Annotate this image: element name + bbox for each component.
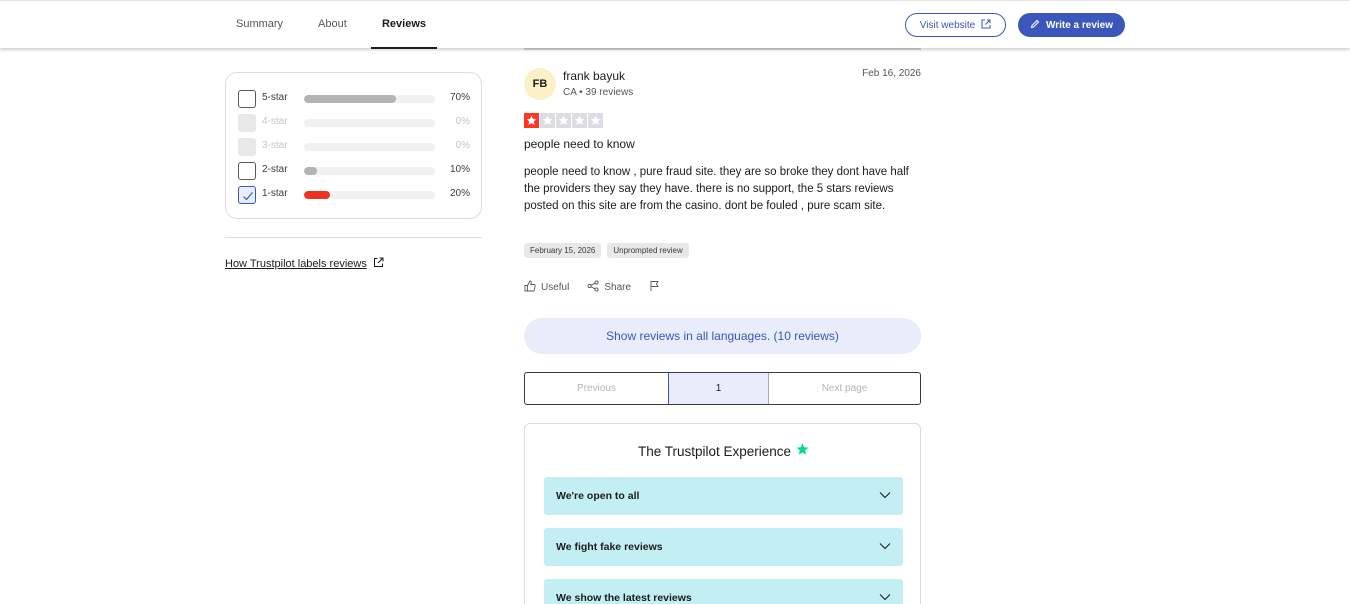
filter-label: 1-star [262,188,288,199]
rating-bar-fill [304,95,396,103]
filter-row-2-star[interactable]: 2-star 10% [238,162,470,180]
accordion-latest-reviews[interactable]: We show the latest reviews [544,579,903,604]
filter-percent: 70% [449,92,470,103]
filter-percent: 20% [449,188,470,199]
pagination: Previous 1 Next page [524,372,921,405]
rating-bar-fill [304,167,318,175]
next-page-button: Next page [821,383,868,394]
previous-page-button: Previous [577,383,616,394]
review-body: people need to know , pure fraud site. t… [524,166,909,212]
trustpilot-experience-card: The Trustpilot Experience We're open to … [524,423,921,604]
experience-title: The Trustpilot Experience [637,443,792,459]
filter-row-3-star: 3-star 0% [238,138,470,156]
rating-bar-track [304,119,435,127]
star-icon [588,113,603,128]
useful-label: Useful [541,282,570,293]
reviewer-meta: CA • 39 reviews [563,87,634,98]
share-label: Share [604,282,632,293]
accordion-label: We're open to all [556,490,640,502]
filter-percent: 0% [455,140,470,151]
rating-bar-track [304,143,435,151]
tab-reviews[interactable]: Reviews [371,1,437,49]
labels-link-text: How Trustpilot labels reviews [225,258,367,270]
tab-about[interactable]: About [318,1,347,49]
accordion-fight-fake-reviews[interactable]: We fight fake reviews [544,528,903,566]
checkbox-2-star[interactable] [238,162,256,180]
review-chips: February 15, 2026 Unprompted review [524,243,689,258]
star-icon [572,113,587,128]
filter-label: 2-star [262,164,288,175]
rating-bar-track [304,95,435,103]
page-1-button[interactable]: 1 [668,373,769,404]
rating-bar-track [304,167,435,175]
checkmark-icon [243,192,253,201]
external-link-icon [373,257,384,271]
avatar[interactable]: FB [524,68,556,100]
star-icon [524,113,539,128]
review-actions: Useful Share [524,280,661,295]
visit-website-button[interactable]: Visit website [905,13,1006,37]
experience-title-row: The Trustpilot Experience [525,443,922,459]
tab-summary[interactable]: Summary [236,1,283,49]
star-icon [556,113,571,128]
thumbs-up-icon [524,280,536,295]
chevron-down-icon [879,490,891,502]
rating-bar-track [304,191,435,199]
checkbox-5-star[interactable] [238,90,256,108]
write-review-label: Write a review [1045,19,1114,31]
rating-bar-fill [304,191,331,199]
pencil-icon [1030,19,1040,32]
accordion-open-to-all[interactable]: We're open to all [544,477,903,515]
chevron-down-icon [879,541,891,553]
top-nav-bar: Summary About Reviews Visit website Writ… [0,0,1350,49]
star-rating [524,113,603,128]
reviewer-name[interactable]: frank bayuk [563,69,625,83]
trustpilot-star-icon [796,443,809,459]
chevron-down-icon [879,592,891,604]
useful-button[interactable]: Useful [524,280,569,295]
show-all-languages-button[interactable]: Show reviews in all languages. (10 revie… [524,318,921,354]
how-trustpilot-labels-link[interactable]: How Trustpilot labels reviews [225,257,384,271]
review-date: Feb 16, 2026 [862,68,921,79]
report-button[interactable] [649,280,661,295]
flag-icon [649,280,661,295]
review-title[interactable]: people need to know [524,137,635,151]
filter-row-5-star[interactable]: 5-star 70% [238,90,470,108]
write-review-button[interactable]: Write a review [1018,13,1125,37]
checkbox-1-star[interactable] [238,186,256,204]
star-icon [540,113,555,128]
filter-row-1-star[interactable]: 1-star 20% [238,186,470,204]
filter-label: 3-star [262,140,288,151]
filter-percent: 0% [455,116,470,127]
checkbox-3-star [238,138,256,156]
filter-label: 4-star [262,116,288,127]
accordion-label: We show the latest reviews [556,592,692,604]
experience-date-chip: February 15, 2026 [524,243,602,258]
visit-website-label: Visit website [919,19,976,31]
share-icon [587,280,599,295]
share-button[interactable]: Share [587,280,631,295]
filter-row-4-star: 4-star 0% [238,114,470,132]
accordion-label: We fight fake reviews [556,541,663,553]
unprompted-review-chip[interactable]: Unprompted review [607,243,689,258]
previous-review-divider [524,48,921,50]
external-link-icon [981,19,991,32]
filter-label: 5-star [262,92,288,103]
checkbox-4-star [238,114,256,132]
star-filter-card: 5-star 70% 4-star 0% 3-star 0% 2-star 10… [225,72,482,219]
divider [225,237,482,238]
filter-percent: 10% [449,164,470,175]
